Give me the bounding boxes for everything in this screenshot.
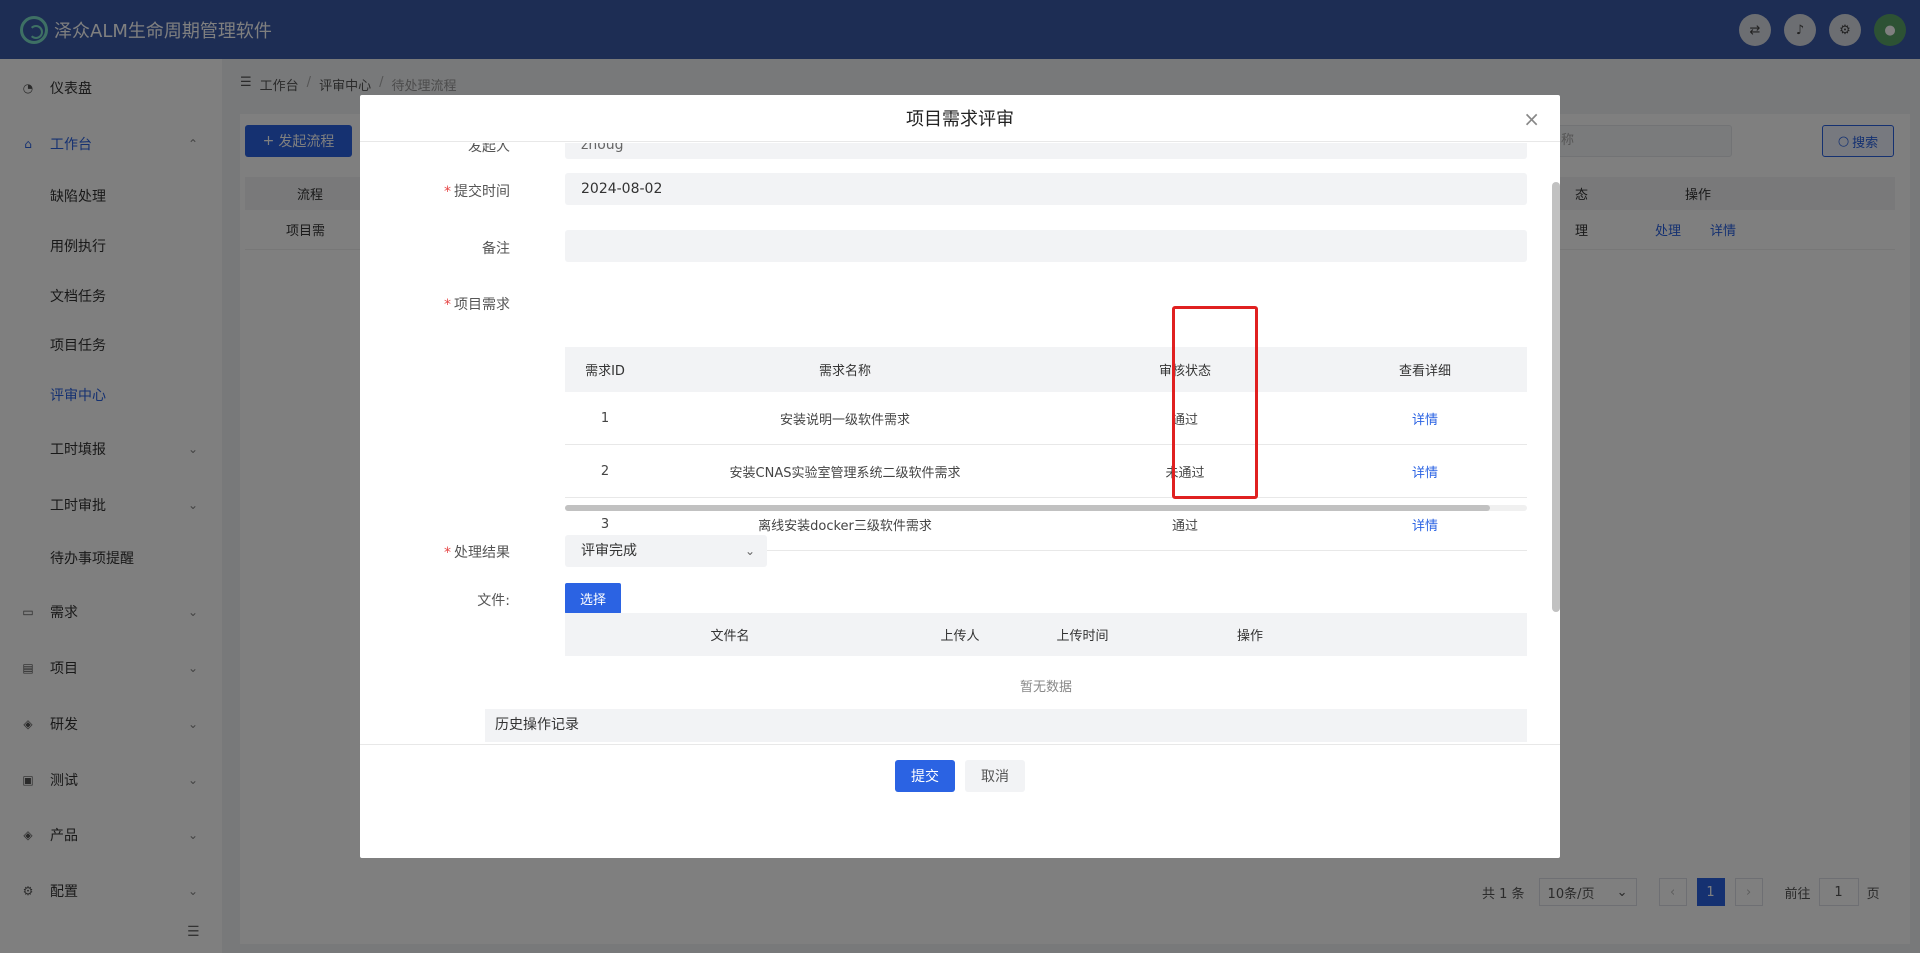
requirement-name: 安装CNAS实验室管理系统二级软件需求 <box>729 465 961 481</box>
column-header: 需求ID <box>585 364 625 379</box>
submit-time-label-text: 提交时间 <box>454 184 510 200</box>
column-header: 上传人 <box>940 629 980 644</box>
cancel-button[interactable]: 取消 <box>965 760 1025 792</box>
file-label: 文件: <box>396 590 510 610</box>
review-modal: 项目需求评审 × 发起人 zhoug * 提交时间 2024-08-02 备注 *… <box>360 95 1560 858</box>
remark-label-text: 备注 <box>482 241 510 257</box>
file-label-text: 文件: <box>477 593 510 609</box>
modal-header: 项目需求评审 × <box>360 95 1560 142</box>
table-row: 2 安装CNAS实验室管理系统二级软件需求 未通过 详情 <box>565 445 1527 498</box>
remark-field[interactable] <box>565 230 1527 262</box>
requirements-table: 需求ID 需求名称 审核状态 查看详细 1 安装说明一级软件需求 通过 详情 2… <box>565 347 1527 551</box>
table-row: 1 安装说明一级软件需求 通过 详情 <box>565 392 1527 445</box>
submit-time-field[interactable]: 2024-08-02 <box>565 173 1527 205</box>
status-highlight-box <box>1172 306 1258 499</box>
remark-label: 备注 <box>396 238 510 258</box>
table-header: 文件名 上传人 上传时间 操作 <box>565 613 1527 656</box>
chevron-down-icon: ⌄ <box>744 544 755 558</box>
detail-link[interactable]: 详情 <box>1325 445 1525 497</box>
empty-state: 暂无数据 <box>565 656 1527 716</box>
initiator-label: 发起人 <box>396 143 510 156</box>
submit-button[interactable]: 提交 <box>895 760 955 792</box>
column-header: 需求名称 <box>818 364 871 379</box>
modal-title: 项目需求评审 <box>906 109 1014 130</box>
table-header: 需求ID 需求名称 审核状态 查看详细 <box>565 347 1527 392</box>
initiator-label-text: 发起人 <box>468 143 510 155</box>
requirements-label-text: 项目需求 <box>454 297 510 313</box>
column-header: 文件名 <box>710 629 750 644</box>
footer-divider <box>360 744 1560 745</box>
result-label-text: 处理结果 <box>454 545 510 561</box>
requirement-id: 2 <box>600 463 610 479</box>
requirement-id: 1 <box>600 410 610 426</box>
required-mark: * <box>444 545 451 561</box>
table-scrollbar[interactable] <box>565 505 1490 511</box>
required-mark: * <box>444 184 451 200</box>
result-select[interactable]: 评审完成 ⌄ <box>565 535 767 567</box>
result-value: 评审完成 <box>581 543 637 559</box>
modal-scrollbar[interactable] <box>1552 182 1560 612</box>
result-label: * 处理结果 <box>396 542 510 562</box>
column-header: 查看详细 <box>1398 364 1451 379</box>
requirements-label: * 项目需求 <box>396 294 510 314</box>
choose-file-button[interactable]: 选择 <box>565 583 621 614</box>
required-mark: * <box>444 297 451 313</box>
detail-link[interactable]: 详情 <box>1325 392 1525 444</box>
column-header: 上传时间 <box>1056 629 1109 644</box>
submit-time-label: * 提交时间 <box>396 181 510 201</box>
column-header: 操作 <box>1236 629 1263 644</box>
requirement-name: 安装说明一级软件需求 <box>779 412 910 428</box>
initiator-field[interactable]: zhoug <box>565 143 1527 159</box>
history-section-header[interactable]: 历史操作记录 <box>485 709 1527 742</box>
close-icon[interactable]: × <box>1523 107 1540 131</box>
